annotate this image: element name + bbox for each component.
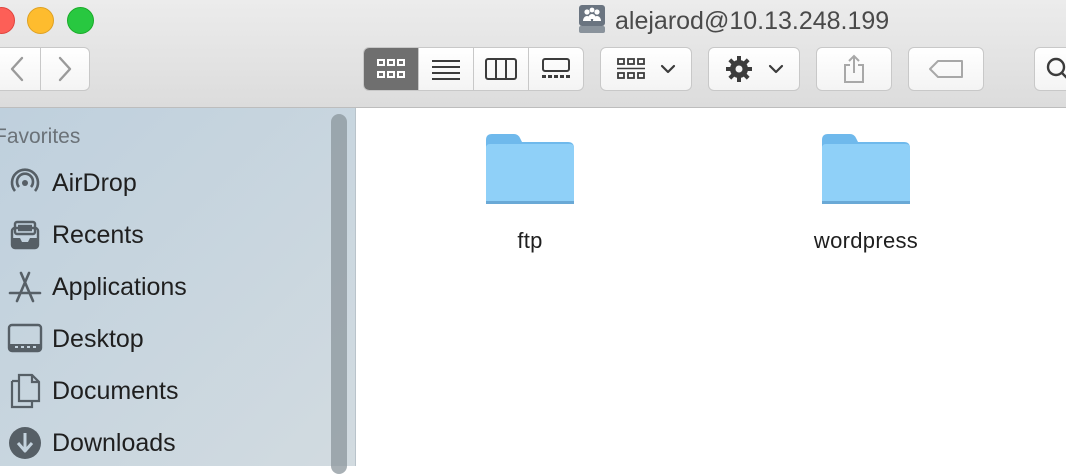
chevron-down-icon [768,64,784,74]
column-view-button[interactable] [473,48,528,90]
sidebar-item-label: Documents [52,376,179,405]
file-name-label: ftp [517,228,543,253]
file-name-label: wordpress [813,228,919,253]
group-by-button[interactable] [600,47,692,91]
chevron-down-icon [660,64,676,74]
minimize-window-button[interactable] [27,7,54,34]
chevron-right-icon [58,56,72,82]
view-mode-switcher [363,47,584,91]
icon-grid-icon [377,59,405,78]
sidebar-item-downloads[interactable]: Downloads [0,422,320,464]
sidebar-item-airdrop[interactable]: AirDrop [0,162,320,204]
list-lines-icon [432,60,460,80]
folder-icon [822,134,910,204]
network-server-icon [578,4,606,39]
window-title: alejarod@10.13.248.199 [578,4,889,38]
gallery-view-button[interactable] [528,48,583,90]
sidebar-item-label: AirDrop [52,168,137,197]
airdrop-icon [6,164,44,202]
zoom-window-button[interactable] [67,7,94,34]
forward-button[interactable] [41,47,90,91]
search-button[interactable] [1034,47,1066,91]
group-grid-icon [617,58,645,79]
share-icon [844,54,864,83]
sidebar-heading-favorites: Favorites [0,125,81,148]
sidebar-item-desktop[interactable]: Desktop [0,318,320,360]
list-view-button[interactable] [418,48,473,90]
close-window-button[interactable] [0,7,15,34]
desktop-icon [6,320,44,358]
gear-icon [726,56,752,82]
folder-item-wordpress[interactable]: wordpress [776,130,956,254]
share-button[interactable] [816,47,892,91]
sidebar-item-label: Recents [52,220,144,249]
documents-icon [6,372,44,410]
search-icon [1046,57,1066,79]
file-browser-content: ftp wordpress [356,108,1066,466]
tag-icon [929,60,963,78]
folder-icon [486,134,574,204]
action-menu-button[interactable] [708,47,800,91]
window-toolbar: alejarod@10.13.248.199 [0,0,1066,108]
sidebar: Favorites AirDrop Recents Applications D… [0,108,356,474]
sidebar-scrollbar[interactable] [331,114,347,474]
gallery-icon [542,58,570,78]
window-title-text: alejarod@10.13.248.199 [615,6,890,35]
recents-icon [6,216,44,254]
sidebar-item-label: Applications [52,272,187,301]
chevron-left-icon [10,56,23,82]
icon-view-button[interactable] [364,48,418,90]
sidebar-item-label: Desktop [52,324,144,353]
sidebar-item-recents[interactable]: Recents [0,214,320,256]
sidebar-item-label: Downloads [52,428,176,457]
columns-icon [485,58,517,80]
downloads-icon [6,424,44,462]
folder-item-ftp[interactable]: ftp [440,130,620,254]
applications-icon [6,268,44,306]
sidebar-item-applications[interactable]: Applications [0,266,320,308]
back-button[interactable] [0,47,41,91]
sidebar-item-documents[interactable]: Documents [0,370,320,412]
tags-button[interactable] [908,47,984,91]
